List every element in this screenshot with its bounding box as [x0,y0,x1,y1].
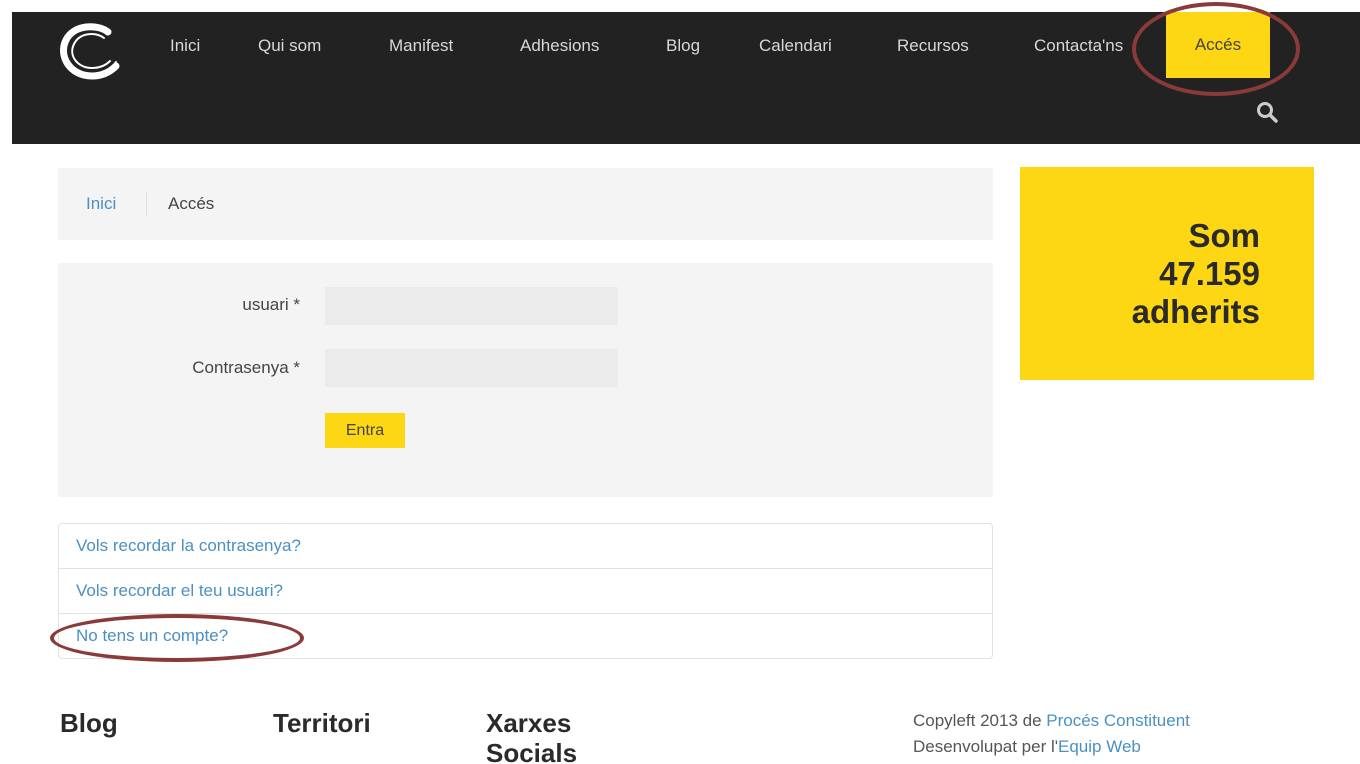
members-line-som: Som [1188,217,1260,254]
equip-web-link[interactable]: Equip Web [1058,737,1141,756]
footer-heading-blog: Blog [60,708,118,738]
members-line-adherits: adherits [1131,293,1260,330]
nav-item-contactans[interactable]: Contacta'ns [1034,36,1144,56]
nav-item-inici[interactable]: Inici [170,36,200,56]
nav-item-manifest[interactable]: Manifest [389,36,453,56]
nav-item-acces-label: Accés [1194,35,1242,54]
developer-line: Desenvolupat per l'Equip Web [913,734,1190,760]
list-item: Vols recordar el teu usuari? [59,569,992,614]
username-input[interactable] [325,287,618,325]
footer-copyright: Copyleft 2013 de Procés Constituent Dese… [913,708,1190,760]
copyleft-prefix: Copyleft 2013 de [913,711,1047,730]
nav-item-qui-som[interactable]: Qui som [258,36,321,56]
nav-item-adhesions[interactable]: Adhesions [520,36,599,56]
remember-password-link[interactable]: Vols recordar la contrasenya? [76,536,301,556]
login-submit-button[interactable]: Entra [325,413,405,448]
footer-heading-socials: Socials [486,738,578,764]
breadcrumb: Inici Accés [58,168,993,240]
search-icon[interactable] [1255,100,1279,124]
footer-heading-territori: Territori [273,708,371,738]
main-navbar: Inici Qui som Manifest Adhesions Blog Ca… [12,12,1360,144]
breadcrumb-home-link[interactable]: Inici [86,194,116,214]
username-label: usuari * [242,295,300,314]
register-account-link[interactable]: No tens un compte? [76,626,228,646]
members-counter-box: Som 47.159 adherits [1020,167,1314,380]
nav-item-blog[interactable]: Blog [666,36,700,56]
nav-item-recursos[interactable]: Recursos [897,36,969,56]
proces-constituent-link[interactable]: Procés Constituent [1046,711,1190,730]
nav-item-calendari[interactable]: Calendari [759,36,832,56]
breadcrumb-divider [146,192,147,216]
login-form: usuari * Contrasenya * Entra [58,263,993,497]
footer-heading-xarxes: Xarxes [486,708,572,738]
copyleft-line: Copyleft 2013 de Procés Constituent [913,708,1190,734]
members-count: 47.159 [1159,255,1260,292]
password-input[interactable] [325,349,618,387]
list-item: No tens un compte? [59,614,992,659]
members-counter-text: Som 47.159 adherits [1132,217,1260,331]
nav-item-acces[interactable]: Accés [1166,12,1270,78]
developer-prefix: Desenvolupat per l' [913,737,1058,756]
list-item: Vols recordar la contrasenya? [59,524,992,569]
footer-heading-xarxes-socials: Xarxes Socials [486,708,577,764]
remember-user-link[interactable]: Vols recordar el teu usuari? [76,581,283,601]
top-strip [0,0,1360,12]
password-label: Contrasenya * [192,358,300,377]
account-links-list: Vols recordar la contrasenya? Vols recor… [58,523,993,659]
breadcrumb-current: Accés [168,194,215,213]
logo-icon[interactable] [58,22,122,80]
